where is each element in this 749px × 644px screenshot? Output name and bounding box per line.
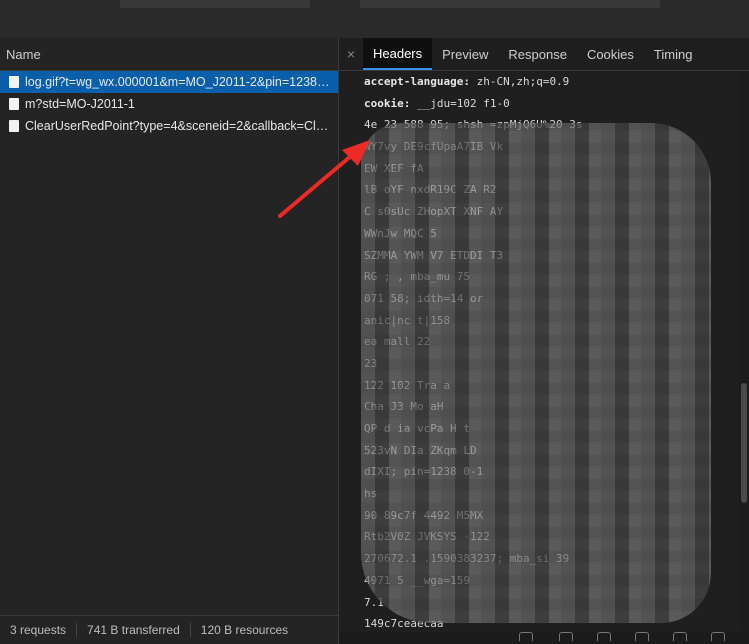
request-name: ClearUserRedPoint?type=4&sceneid=2&callb… [25, 119, 330, 133]
request-list: log.gif?t=wg_wx.000001&m=MO_J2011-2&pin=… [0, 71, 338, 137]
vertical-scrollbar[interactable] [739, 71, 749, 631]
request-row-m-std[interactable]: m?std=MO-J2011-1 [0, 93, 338, 115]
resources-size: 120 B resources [200, 623, 289, 637]
document-icon [9, 120, 19, 132]
toolbar-icon[interactable] [519, 632, 533, 641]
toolbar-icon[interactable] [635, 632, 649, 641]
toolbar-icon[interactable] [673, 632, 687, 641]
headers-content: accept-language: zh-CN,zh;q=0.9 cookie: _… [339, 71, 737, 631]
header-value: zh-CN,zh;q=0.9 [476, 75, 570, 88]
tab-preview[interactable]: Preview [432, 38, 498, 70]
toolbar-icon[interactable] [711, 632, 725, 641]
header-line: cookie: __jdu=102 f1-0 [339, 93, 737, 115]
bottom-toolbar [339, 632, 749, 644]
detail-tabs: × Headers Preview Response Cookies Timin… [339, 38, 749, 71]
header-key: cookie: [364, 96, 411, 110]
request-list-panel: Name log.gif?t=wg_wx.000001&m=MO_J2011-2… [0, 38, 339, 644]
request-name: log.gif?t=wg_wx.000001&m=MO_J2011-2&pin=… [25, 75, 330, 89]
header-line: accept-language: zh-CN,zh;q=0.9 [339, 71, 737, 93]
toolbar-icon[interactable] [597, 632, 611, 641]
toolbar-icon[interactable] [559, 632, 573, 641]
request-name: m?std=MO-J2011-1 [25, 97, 135, 111]
tab-response[interactable]: Response [498, 38, 577, 70]
network-summary-bar: 3 requests 741 B transferred 120 B resou… [0, 615, 338, 644]
document-icon [9, 98, 19, 110]
header-key: accept-language: [364, 75, 470, 88]
devtools-network-frame: Name log.gif?t=wg_wx.000001&m=MO_J2011-2… [0, 38, 749, 644]
request-row-clear-user-red-point[interactable]: ClearUserRedPoint?type=4&sceneid=2&callb… [0, 115, 338, 137]
document-icon [9, 76, 19, 88]
tab-timing[interactable]: Timing [644, 38, 703, 70]
browser-top-strip [0, 0, 749, 39]
close-icon[interactable]: × [339, 38, 363, 70]
request-row-log-gif[interactable]: log.gif?t=wg_wx.000001&m=MO_J2011-2&pin=… [0, 71, 338, 93]
name-column-header[interactable]: Name [0, 38, 338, 71]
request-count: 3 requests [0, 623, 78, 637]
tab-headers[interactable]: Headers [363, 38, 433, 70]
scrollbar-thumb[interactable] [741, 383, 747, 503]
request-detail-panel: × Headers Preview Response Cookies Timin… [339, 38, 749, 644]
transferred-size: 741 B transferred [77, 623, 191, 637]
redaction-mosaic [361, 123, 711, 623]
tab-cookies[interactable]: Cookies [577, 38, 644, 70]
header-value: __jdu=102 f1-0 [416, 96, 510, 110]
